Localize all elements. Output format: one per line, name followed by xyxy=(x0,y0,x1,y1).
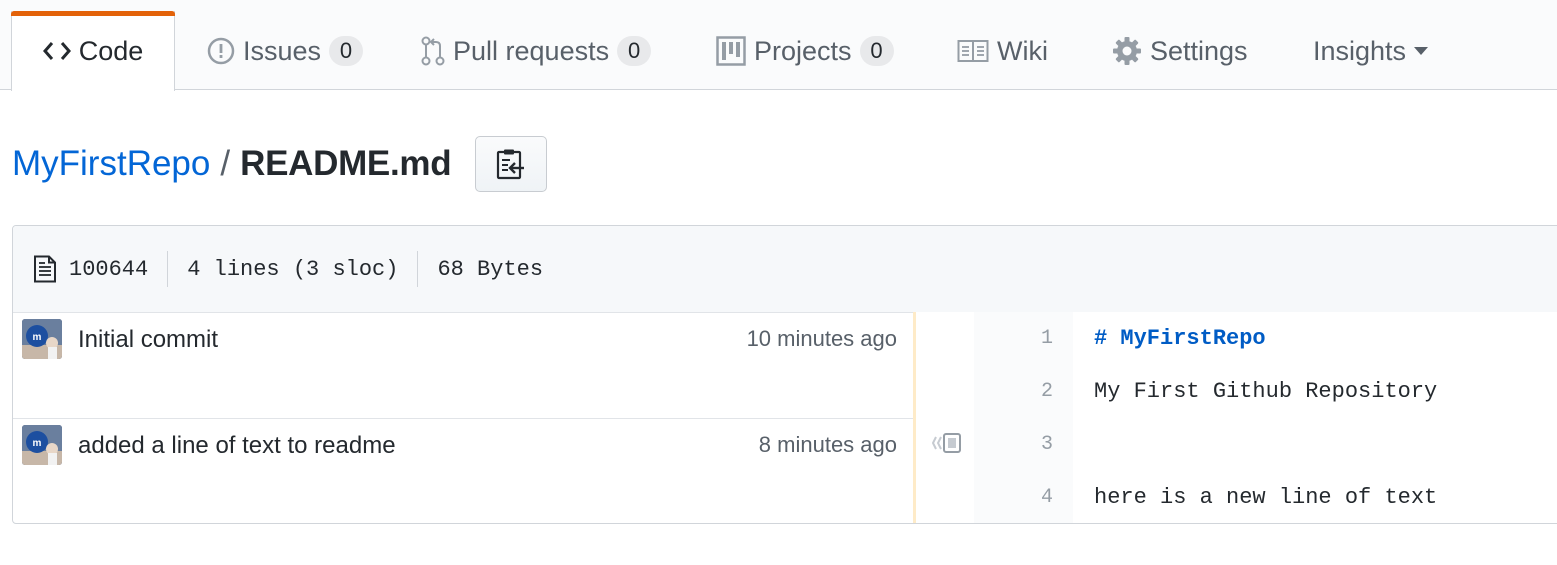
tab-wiki-label: Wiki xyxy=(997,35,1048,66)
breadcrumb-repo-link[interactable]: MyFirstRepo xyxy=(12,144,210,184)
breadcrumb: MyFirstRepo / README.md xyxy=(12,136,452,192)
blame-commit-info: m Initial commit 10 minutes ago xyxy=(13,312,913,418)
code-lines: 3 4 here is a new line of text xyxy=(974,418,1557,523)
tab-wiki[interactable]: Wiki xyxy=(957,12,1048,90)
svg-text:m: m xyxy=(33,332,42,343)
code-line: 4 here is a new line of text xyxy=(974,471,1557,523)
avatar[interactable]: m xyxy=(22,425,62,465)
code-line: 2 My First Github Repository xyxy=(974,365,1557,418)
line-content: here is a new line of text xyxy=(1094,485,1438,510)
line-content: # MyFirstRepo xyxy=(1094,326,1266,351)
line-number[interactable]: 3 xyxy=(974,418,1073,471)
code-line: 3 xyxy=(974,418,1557,471)
gear-icon xyxy=(1112,36,1142,66)
file-mode: 100644 xyxy=(69,256,149,282)
blame-commit-info: m added a line of text to readme 8 minut… xyxy=(13,418,913,523)
file-info-bar: 100644 4 lines (3 sloc) 68 Bytes xyxy=(13,226,1557,313)
breadcrumb-file-name: README.md xyxy=(240,144,452,183)
commit-message-link[interactable]: added a line of text to readme xyxy=(78,432,396,460)
tab-issues[interactable]: Issues 0 xyxy=(207,12,364,90)
pull-requests-counter: 0 xyxy=(617,36,652,66)
divider xyxy=(167,251,169,287)
line-number[interactable]: 2 xyxy=(974,365,1073,418)
projects-counter: 0 xyxy=(859,36,894,66)
line-content: My First Github Repository xyxy=(1094,379,1438,404)
tab-projects[interactable]: Projects 0 xyxy=(716,12,894,90)
blame-file-box: 100644 4 lines (3 sloc) 68 Bytes m Initi… xyxy=(12,225,1557,524)
tab-settings[interactable]: Settings xyxy=(1112,12,1248,90)
commit-timestamp: 8 minutes ago xyxy=(758,432,897,457)
reblame-cell xyxy=(916,312,974,418)
svg-text:m: m xyxy=(33,438,42,449)
tab-code-label: Code xyxy=(78,35,144,66)
breadcrumb-separator: / xyxy=(220,144,231,183)
copy-path-button[interactable] xyxy=(475,136,547,192)
tab-code[interactable]: Code xyxy=(11,11,175,91)
file-line-count: 4 lines (3 sloc) xyxy=(187,256,399,282)
code-icon xyxy=(42,40,71,62)
tab-issues-label: Issues xyxy=(243,35,322,66)
tab-pull-requests-label: Pull requests xyxy=(453,35,610,66)
blame-hunk: m Initial commit 10 minutes ago 1 # MyFi… xyxy=(13,312,1557,419)
tab-projects-label: Projects xyxy=(754,35,852,66)
avatar[interactable]: m xyxy=(22,319,62,359)
git-pull-request-icon xyxy=(421,36,445,66)
line-number[interactable]: 1 xyxy=(974,312,1073,365)
triangle-down-icon xyxy=(1414,47,1429,55)
book-icon xyxy=(957,39,989,63)
tab-insights-label: Insights xyxy=(1313,35,1407,66)
repo-nav: Code Issues 0 Pull requests 0 Projects 0… xyxy=(0,0,1557,91)
file-text-icon xyxy=(33,255,57,283)
code-lines: 1 # MyFirstRepo 2 My First Github Reposi… xyxy=(974,312,1557,418)
divider xyxy=(417,251,419,287)
tab-insights[interactable]: Insights xyxy=(1313,12,1429,90)
code-line: 1 # MyFirstRepo xyxy=(974,312,1557,365)
file-size: 68 Bytes xyxy=(437,256,544,282)
commit-message-link[interactable]: Initial commit xyxy=(78,326,218,354)
issue-opened-icon xyxy=(207,37,235,65)
project-icon xyxy=(716,36,746,66)
commit-timestamp: 10 minutes ago xyxy=(746,326,897,351)
tab-settings-label: Settings xyxy=(1150,35,1248,66)
line-number[interactable]: 4 xyxy=(974,471,1073,523)
reblame-cell xyxy=(916,418,974,523)
reblame-icon[interactable] xyxy=(932,432,962,454)
issues-counter: 0 xyxy=(329,36,364,66)
blame-hunk: m added a line of text to readme 8 minut… xyxy=(13,418,1557,523)
clippy-icon xyxy=(496,148,526,180)
tab-pull-requests[interactable]: Pull requests 0 xyxy=(421,12,652,90)
